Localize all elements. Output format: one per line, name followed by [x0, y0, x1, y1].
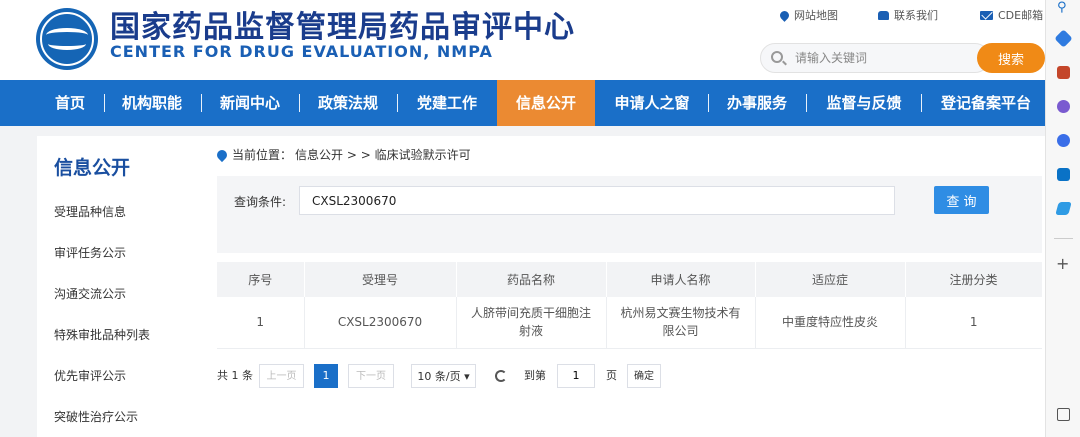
browser-sidebar: ⚲ + [1045, 0, 1080, 437]
cde-mailbox-label: CDE邮箱 [998, 9, 1044, 22]
results-table: 序号 受理号 药品名称 申请人名称 适应症 注册分类 1 CXSL2300670… [217, 262, 1043, 349]
site-search-button[interactable]: 搜索 [977, 43, 1045, 73]
contact-us-link[interactable]: 联系我们 [878, 7, 938, 23]
nav-divider [299, 94, 300, 112]
col-header-drug-name: 药品名称 [456, 262, 607, 297]
refresh-icon[interactable] [495, 370, 507, 382]
nav-info-disclosure[interactable]: 信息公开 [497, 80, 595, 126]
nav-divider [708, 94, 709, 112]
prev-page-button[interactable]: 上一页 [259, 364, 304, 388]
search-icon [771, 51, 783, 63]
cde-mailbox-link[interactable]: CDE邮箱 [980, 7, 1043, 23]
col-header-registration-class: 注册分类 [905, 262, 1043, 297]
goto-page-input[interactable] [557, 364, 595, 388]
sidebar-title: 信息公开 [54, 157, 131, 179]
nav-registration-platform[interactable]: 登记备案平台 [930, 80, 1042, 126]
nav-divider [104, 94, 105, 112]
site-search-box [760, 43, 990, 73]
page-1-button[interactable]: 1 [314, 364, 338, 388]
games-icon[interactable] [1057, 100, 1070, 113]
cell-indication: 中重度特应性皮炎 [755, 297, 906, 349]
col-header-index: 序号 [217, 262, 305, 297]
main-nav: 首页 机构职能 新闻中心 政策法规 党建工作 信息公开 申请人之窗 办事服务 监… [0, 80, 1045, 126]
sidebar-item-accepted-varieties[interactable]: 受理品种信息 [54, 203, 126, 220]
sidebar-item-priority-review[interactable]: 优先审评公示 [54, 367, 126, 384]
table-row[interactable]: 1 CXSL2300670 人脐带间充质干细胞注射液 杭州易文赛生物技术有限公司… [217, 297, 1042, 349]
nav-about[interactable]: 机构职能 [112, 80, 192, 126]
site-search-input[interactable] [795, 49, 975, 67]
next-page-button[interactable]: 下一页 [348, 364, 394, 388]
site-header: 国家药品监督管理局药品审评中心 CENTER FOR DRUG EVALUATI… [0, 0, 1045, 80]
page-size-value: 10 条/页 [417, 370, 461, 383]
col-header-indication: 适应症 [755, 262, 906, 297]
tag-icon[interactable] [1054, 29, 1073, 48]
cell-index: 1 [217, 297, 305, 349]
goto-confirm-button[interactable]: 确定 [627, 364, 661, 388]
outlook-icon[interactable] [1057, 168, 1070, 181]
breadcrumb-path[interactable]: 信息公开 > > 临床试验默示许可 [295, 146, 471, 163]
send-icon[interactable] [1055, 202, 1072, 215]
table-header-row: 序号 受理号 药品名称 申请人名称 适应症 注册分类 [217, 262, 1043, 297]
nav-divider [806, 94, 807, 112]
page-size-select[interactable]: 10 条/页 ▾ [411, 364, 476, 388]
toolbox-icon[interactable] [1057, 66, 1070, 79]
query-panel: 查询条件: 查 询 [217, 176, 1042, 253]
nav-home[interactable]: 首页 [40, 80, 100, 126]
site-map-link[interactable]: 网站地图 [778, 7, 838, 23]
nav-services[interactable]: 办事服务 [717, 80, 797, 126]
contact-us-label: 联系我们 [894, 9, 938, 22]
query-label: 查询条件: [234, 195, 287, 209]
site-title-cn: 国家药品监督管理局药品审评中心 [110, 10, 575, 45]
goto-label: 到第 [524, 369, 546, 382]
page: 国家药品监督管理局药品审评中心 CENTER FOR DRUG EVALUATI… [0, 0, 1080, 437]
copilot-icon[interactable] [1057, 134, 1070, 147]
sidebar-item-breakthrough-therapy[interactable]: 突破性治疗公示 [54, 408, 138, 425]
nav-divider [397, 94, 398, 112]
breadcrumb-prefix: 当前位置： [232, 148, 293, 162]
chevron-down-icon: ▾ [464, 370, 470, 383]
cell-drug-name: 人脐带间充质干细胞注射液 [456, 297, 607, 349]
location-pin-icon [214, 147, 230, 162]
cde-logo[interactable] [36, 8, 98, 70]
col-header-applicant: 申请人名称 [606, 262, 756, 297]
nav-party-work[interactable]: 党建工作 [407, 80, 487, 126]
page-unit-label: 页 [606, 369, 617, 382]
logo-wave-bottom [48, 38, 86, 50]
nav-news[interactable]: 新闻中心 [210, 80, 290, 126]
phone-icon [878, 10, 889, 20]
main-content: 当前位置： 信息公开 > > 临床试验默示许可 查询条件: 查 询 序号 受理号… [200, 136, 1045, 437]
site-map-label: 网站地图 [794, 9, 838, 22]
sidebar-item-special-approval[interactable]: 特殊审批品种列表 [54, 326, 150, 343]
screenshot-icon[interactable] [1057, 408, 1070, 421]
add-icon[interactable]: + [1056, 254, 1069, 273]
total-count: 共 1 条 [217, 369, 253, 382]
browser-search-icon[interactable]: ⚲ [1057, 0, 1067, 15]
nav-divider [921, 94, 922, 112]
col-header-acceptance-no: 受理号 [304, 262, 457, 297]
query-input[interactable] [299, 186, 895, 215]
nav-divider [201, 94, 202, 112]
cell-applicant: 杭州易文赛生物技术有限公司 [606, 297, 756, 349]
rail-divider [1054, 238, 1073, 239]
cell-registration-class: 1 [905, 297, 1042, 349]
nav-supervision[interactable]: 监督与反馈 [815, 80, 913, 126]
breadcrumb: 当前位置： 信息公开 > > 临床试验默示许可 [214, 146, 471, 163]
sidebar-item-communication[interactable]: 沟通交流公示 [54, 285, 126, 302]
map-pin-icon [778, 8, 791, 22]
query-button[interactable]: 查 询 [934, 186, 989, 214]
site-title-en: CENTER FOR DRUG EVALUATION, NMPA [110, 42, 493, 61]
nav-applicant-window[interactable]: 申请人之窗 [604, 80, 700, 126]
cell-acceptance-no: CXSL2300670 [304, 297, 457, 349]
mail-icon [980, 10, 993, 20]
sidebar-item-review-tasks[interactable]: 审评任务公示 [54, 244, 126, 261]
nav-policy[interactable]: 政策法规 [308, 80, 388, 126]
sidebar: 信息公开 受理品种信息 审评任务公示 沟通交流公示 特殊审批品种列表 优先审评公… [37, 136, 200, 437]
